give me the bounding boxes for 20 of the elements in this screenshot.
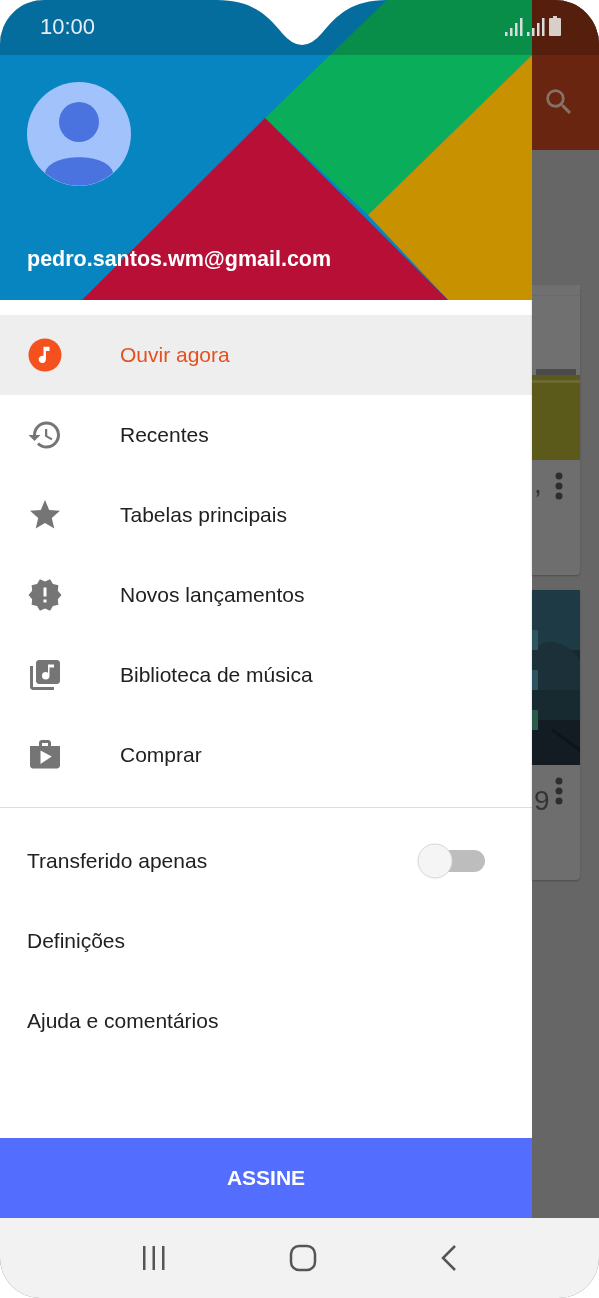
- back-icon[interactable]: [439, 1244, 458, 1272]
- clock-time: 10:00: [40, 14, 96, 40]
- music-note-icon: [27, 337, 63, 373]
- subscribe-button[interactable]: ASSINE: [0, 1138, 532, 1218]
- signal-icon: [527, 18, 545, 36]
- home-icon[interactable]: [289, 1244, 318, 1272]
- battery-icon: [549, 16, 561, 36]
- recent-apps-icon[interactable]: [141, 1245, 168, 1271]
- avatar-icon: [27, 82, 131, 186]
- toggle-switch[interactable]: [415, 841, 487, 881]
- alert-badge-icon: [27, 577, 63, 613]
- settings-item[interactable]: Ajuda e comentários: [0, 981, 532, 1061]
- signal-icon: [505, 18, 523, 36]
- settings-item[interactable]: Transferido apenas: [0, 821, 532, 901]
- album-title: ,: [534, 468, 542, 500]
- music-library-icon: [27, 657, 63, 693]
- more-options-icon[interactable]: [554, 472, 564, 500]
- more-options-icon[interactable]: [554, 777, 564, 805]
- album-title: 9: [534, 785, 550, 817]
- settings-item[interactable]: Definições: [0, 901, 532, 981]
